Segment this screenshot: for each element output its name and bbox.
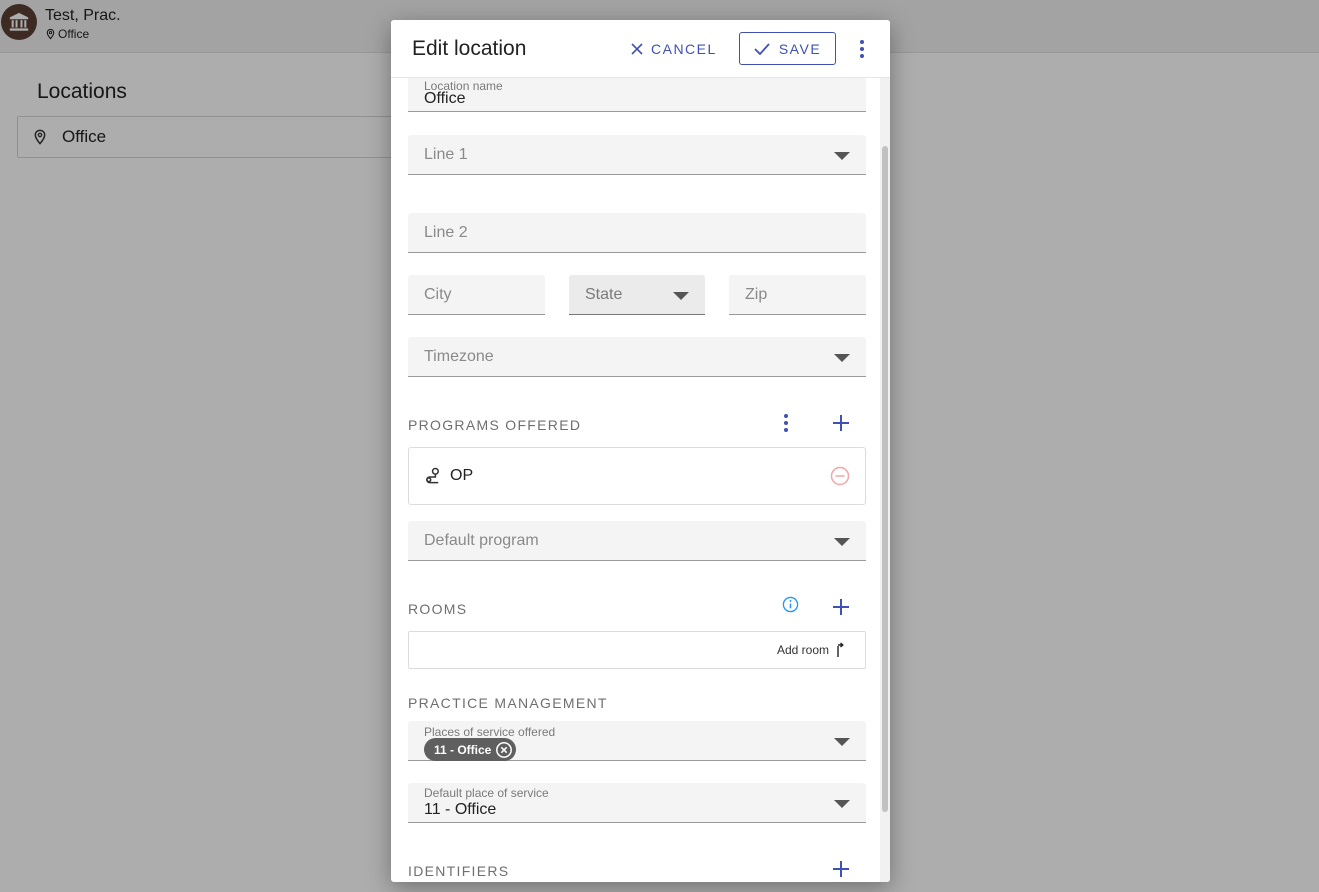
- program-item-label: OP: [450, 467, 474, 484]
- add-program-button[interactable]: [827, 409, 855, 437]
- remove-program-button[interactable]: [830, 466, 850, 491]
- scrollbar-thumb[interactable]: [882, 146, 888, 812]
- places-of-service-select[interactable]: Places of service offered 11 - Office: [408, 721, 866, 761]
- state-placeholder: State: [585, 286, 623, 303]
- practice-management-section-title: PRACTICE MANAGEMENT: [408, 695, 608, 711]
- rooms-section-title: ROOMS: [408, 601, 468, 617]
- add-room-hint: Add room: [777, 643, 830, 657]
- line1-placeholder: Line 1: [424, 146, 468, 163]
- dialog-header: Edit location CANCEL SAVE: [391, 20, 890, 78]
- edit-location-dialog: Edit location CANCEL SAVE Location name: [391, 20, 890, 882]
- arrow-up-icon: [837, 642, 844, 657]
- default-place-of-service-select[interactable]: Default place of service 11 - Office: [408, 783, 866, 823]
- zip-field[interactable]: Zip: [729, 275, 866, 315]
- timezone-placeholder: Timezone: [424, 348, 494, 365]
- cancel-button[interactable]: CANCEL: [631, 34, 717, 64]
- chip-label: 11 - Office: [434, 742, 492, 757]
- check-icon: [754, 42, 770, 55]
- default-program-placeholder: Default program: [424, 532, 539, 549]
- more-vert-icon: [784, 414, 788, 432]
- chevron-down-icon: [834, 538, 850, 546]
- chevron-down-icon: [834, 800, 850, 808]
- identifiers-section-title: IDENTIFIERS: [408, 863, 510, 879]
- default-place-of-service-label: Default place of service: [424, 786, 549, 800]
- chip-remove-button[interactable]: [495, 741, 513, 759]
- save-button[interactable]: SAVE: [739, 32, 836, 65]
- line2-placeholder: Line 2: [424, 224, 468, 241]
- add-room-button[interactable]: [827, 593, 855, 621]
- places-of-service-label: Places of service offered: [424, 725, 556, 739]
- more-vert-icon: [860, 40, 864, 58]
- zip-placeholder: Zip: [745, 286, 768, 303]
- programs-section-title: PROGRAMS OFFERED: [408, 417, 582, 433]
- chevron-down-icon: [834, 738, 850, 746]
- info-icon: [782, 596, 798, 612]
- rooms-info-button[interactable]: [776, 590, 804, 618]
- place-of-service-chip: 11 - Office: [424, 738, 517, 761]
- plus-icon: [833, 861, 849, 877]
- close-circle-icon: [496, 741, 513, 758]
- dialog-title: Edit location: [412, 37, 527, 60]
- minus-circle-icon: [830, 466, 850, 486]
- default-program-select[interactable]: Default program: [408, 521, 866, 561]
- state-select[interactable]: State: [569, 275, 705, 315]
- programs-more-button[interactable]: [772, 409, 800, 437]
- city-placeholder: City: [424, 286, 452, 303]
- route-icon: [426, 467, 439, 484]
- chevron-down-icon: [834, 354, 850, 362]
- more-options-button[interactable]: [852, 36, 872, 62]
- rooms-list: Add room: [408, 631, 866, 669]
- location-name-value: Office: [424, 90, 466, 107]
- default-place-of-service-value: 11 - Office: [424, 801, 497, 818]
- program-item: OP: [408, 447, 866, 505]
- plus-icon: [833, 599, 849, 615]
- add-identifier-button[interactable]: [827, 855, 855, 882]
- chevron-down-icon: [834, 152, 850, 160]
- plus-icon: [833, 415, 849, 431]
- line1-select[interactable]: Line 1: [408, 135, 866, 175]
- cancel-button-label: CANCEL: [651, 41, 717, 57]
- dialog-body: Location name Office Line 1 Line 2 City …: [391, 77, 890, 882]
- save-button-label: SAVE: [778, 40, 822, 57]
- city-field[interactable]: City: [408, 275, 545, 315]
- chevron-down-icon: [673, 292, 689, 300]
- close-icon: [631, 43, 643, 55]
- line2-field[interactable]: Line 2: [408, 213, 866, 253]
- location-name-field[interactable]: Location name Office: [408, 77, 866, 112]
- timezone-select[interactable]: Timezone: [408, 337, 866, 377]
